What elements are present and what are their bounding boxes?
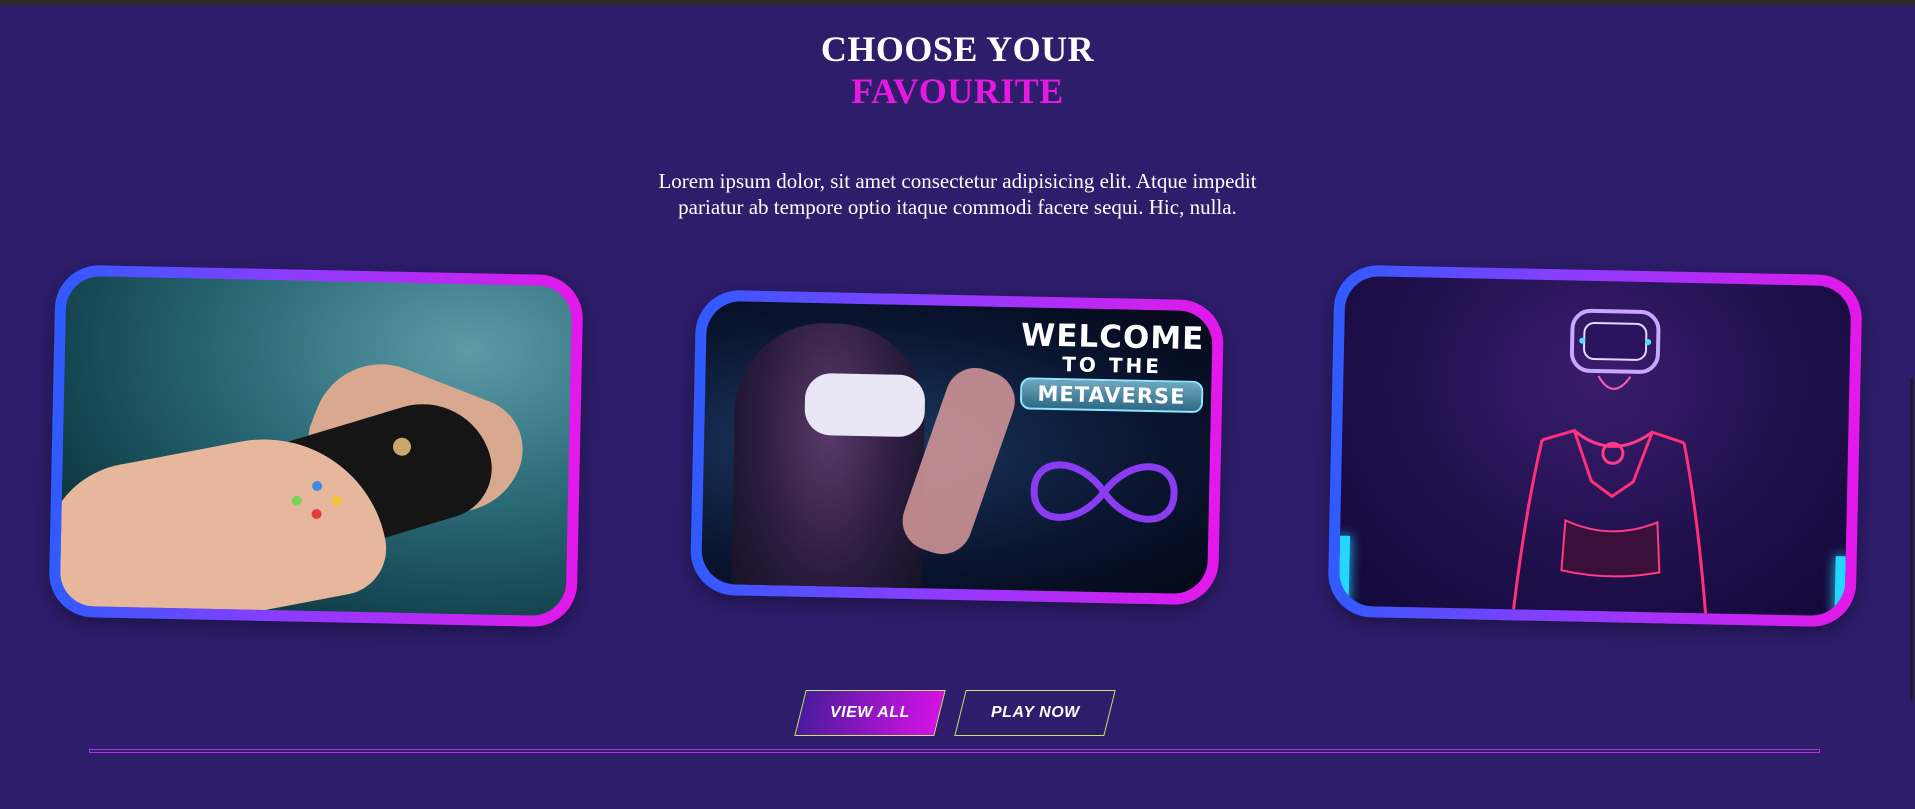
heading-line-2: FAVOURITE	[851, 71, 1064, 111]
play-now-button[interactable]: PLAY NOW	[954, 690, 1116, 736]
game-card-neon-android[interactable]	[1327, 264, 1863, 628]
cta-buttons: VIEW ALL PLAY NOW	[0, 690, 1915, 738]
game-card-metaverse[interactable]: WELCOME TO THE METAVERSE	[689, 289, 1225, 606]
section-divider	[89, 749, 1820, 753]
section-description: Lorem ipsum dolor, sit amet consectetur …	[658, 169, 1257, 219]
scrollbar-thumb[interactable]	[1910, 378, 1913, 700]
metaverse-overlay-text: WELCOME TO THE METAVERSE	[1019, 317, 1205, 414]
top-border	[0, 0, 1915, 5]
section-heading: CHOOSE YOUR FAVOURITE	[0, 28, 1915, 112]
overlay-welcome: WELCOME	[1020, 317, 1205, 358]
page-scrollbar[interactable]	[1907, 0, 1915, 809]
infinity-logo-icon	[1030, 461, 1178, 523]
game-card-controller[interactable]	[48, 264, 584, 628]
play-now-label: PLAY NOW	[990, 704, 1080, 721]
view-all-label: VIEW ALL	[830, 704, 910, 721]
metaverse-image: WELCOME TO THE METAVERSE	[701, 300, 1213, 595]
neon-android-image	[1338, 275, 1852, 617]
overlay-metaverse: METAVERSE	[1019, 377, 1204, 414]
controller-image	[59, 275, 573, 617]
heading-line-1: CHOOSE YOUR	[820, 29, 1095, 69]
view-all-button[interactable]: VIEW ALL	[794, 690, 946, 736]
